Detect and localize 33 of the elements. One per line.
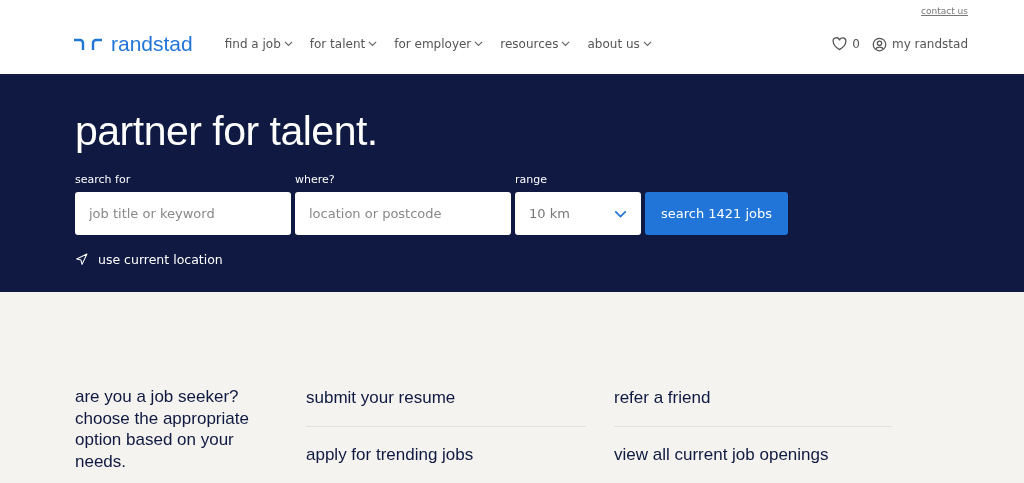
nav-link[interactable]: for talent bbox=[309, 37, 378, 51]
hero-title: partner for talent. bbox=[75, 108, 379, 156]
field-label: range bbox=[515, 173, 548, 187]
quick-link[interactable]: submit your resume bbox=[306, 386, 586, 427]
keyword-field[interactable]: job title or keyword bbox=[75, 192, 291, 236]
location-link-text[interactable]: use current location bbox=[98, 252, 223, 268]
chevron-down-icon bbox=[642, 41, 652, 47]
range-dropdown[interactable]: 10 km bbox=[515, 192, 641, 236]
heart-icon bbox=[832, 37, 848, 51]
nav-link[interactable]: find a job bbox=[224, 37, 293, 51]
nav-link[interactable]: for employer bbox=[394, 37, 484, 51]
field-label: where? bbox=[295, 173, 336, 187]
chevron-down-icon bbox=[283, 41, 293, 47]
nav-link[interactable]: resources bbox=[500, 37, 571, 51]
logo-text[interactable]: randstad bbox=[111, 32, 193, 56]
quick-link[interactable]: refer a friend bbox=[614, 386, 892, 427]
favorites-link[interactable]: 0 bbox=[832, 37, 860, 51]
chevron-down-icon bbox=[561, 41, 571, 47]
location-field[interactable]: location or postcode bbox=[295, 192, 511, 236]
account-link[interactable]: my randstad bbox=[871, 36, 968, 52]
search-button[interactable]: search 1421 jobs bbox=[645, 192, 788, 236]
chevron-down-icon bbox=[474, 41, 484, 47]
intro-text: are you a job seeker? choose the appropriate option based on your needs. bbox=[75, 386, 250, 473]
quick-link[interactable]: apply for trending jobs bbox=[306, 443, 586, 483]
nav-link[interactable]: about us bbox=[587, 37, 652, 51]
contact-link[interactable]: contact us bbox=[921, 6, 968, 22]
navigation-arrow-icon bbox=[75, 253, 88, 267]
user-icon bbox=[871, 36, 887, 52]
quick-link[interactable]: view all current job openings bbox=[614, 443, 892, 483]
chevron-down-icon bbox=[368, 41, 378, 47]
logo-icon bbox=[74, 38, 102, 50]
field-label: search for bbox=[75, 173, 132, 187]
chevron-down-icon bbox=[614, 210, 627, 218]
